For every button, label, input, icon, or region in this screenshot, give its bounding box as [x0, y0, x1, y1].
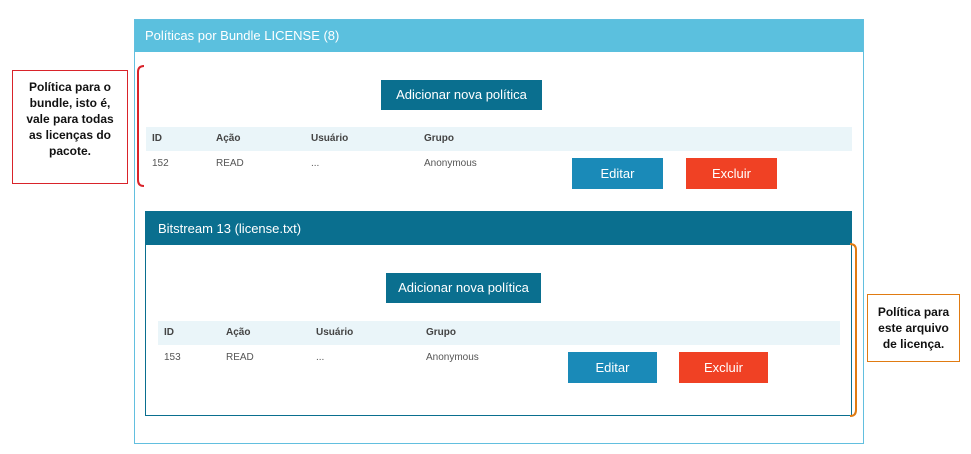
- note-line: Política para: [877, 305, 950, 319]
- bundle-policy-annotation: Política para o bundle, isto é, vale par…: [12, 70, 128, 184]
- right-bracket: [849, 243, 857, 417]
- left-bracket: [137, 65, 145, 187]
- note-line: as licenças do: [28, 128, 112, 142]
- note-line: bundle, isto é,: [29, 96, 111, 110]
- note-line: Política para o: [28, 80, 112, 94]
- bitstream-policy-annotation: Política para este arquivo de licença.: [867, 294, 960, 362]
- note-line: de licença.: [882, 337, 945, 351]
- screenshot-stage: Políticas por Bundle LICENSE (8) Adicion…: [0, 0, 971, 454]
- annotation-brackets: [137, 65, 857, 417]
- note-line: este arquivo: [878, 321, 949, 335]
- note-line: pacote.: [48, 144, 91, 158]
- note-line: vale para todas: [26, 112, 114, 126]
